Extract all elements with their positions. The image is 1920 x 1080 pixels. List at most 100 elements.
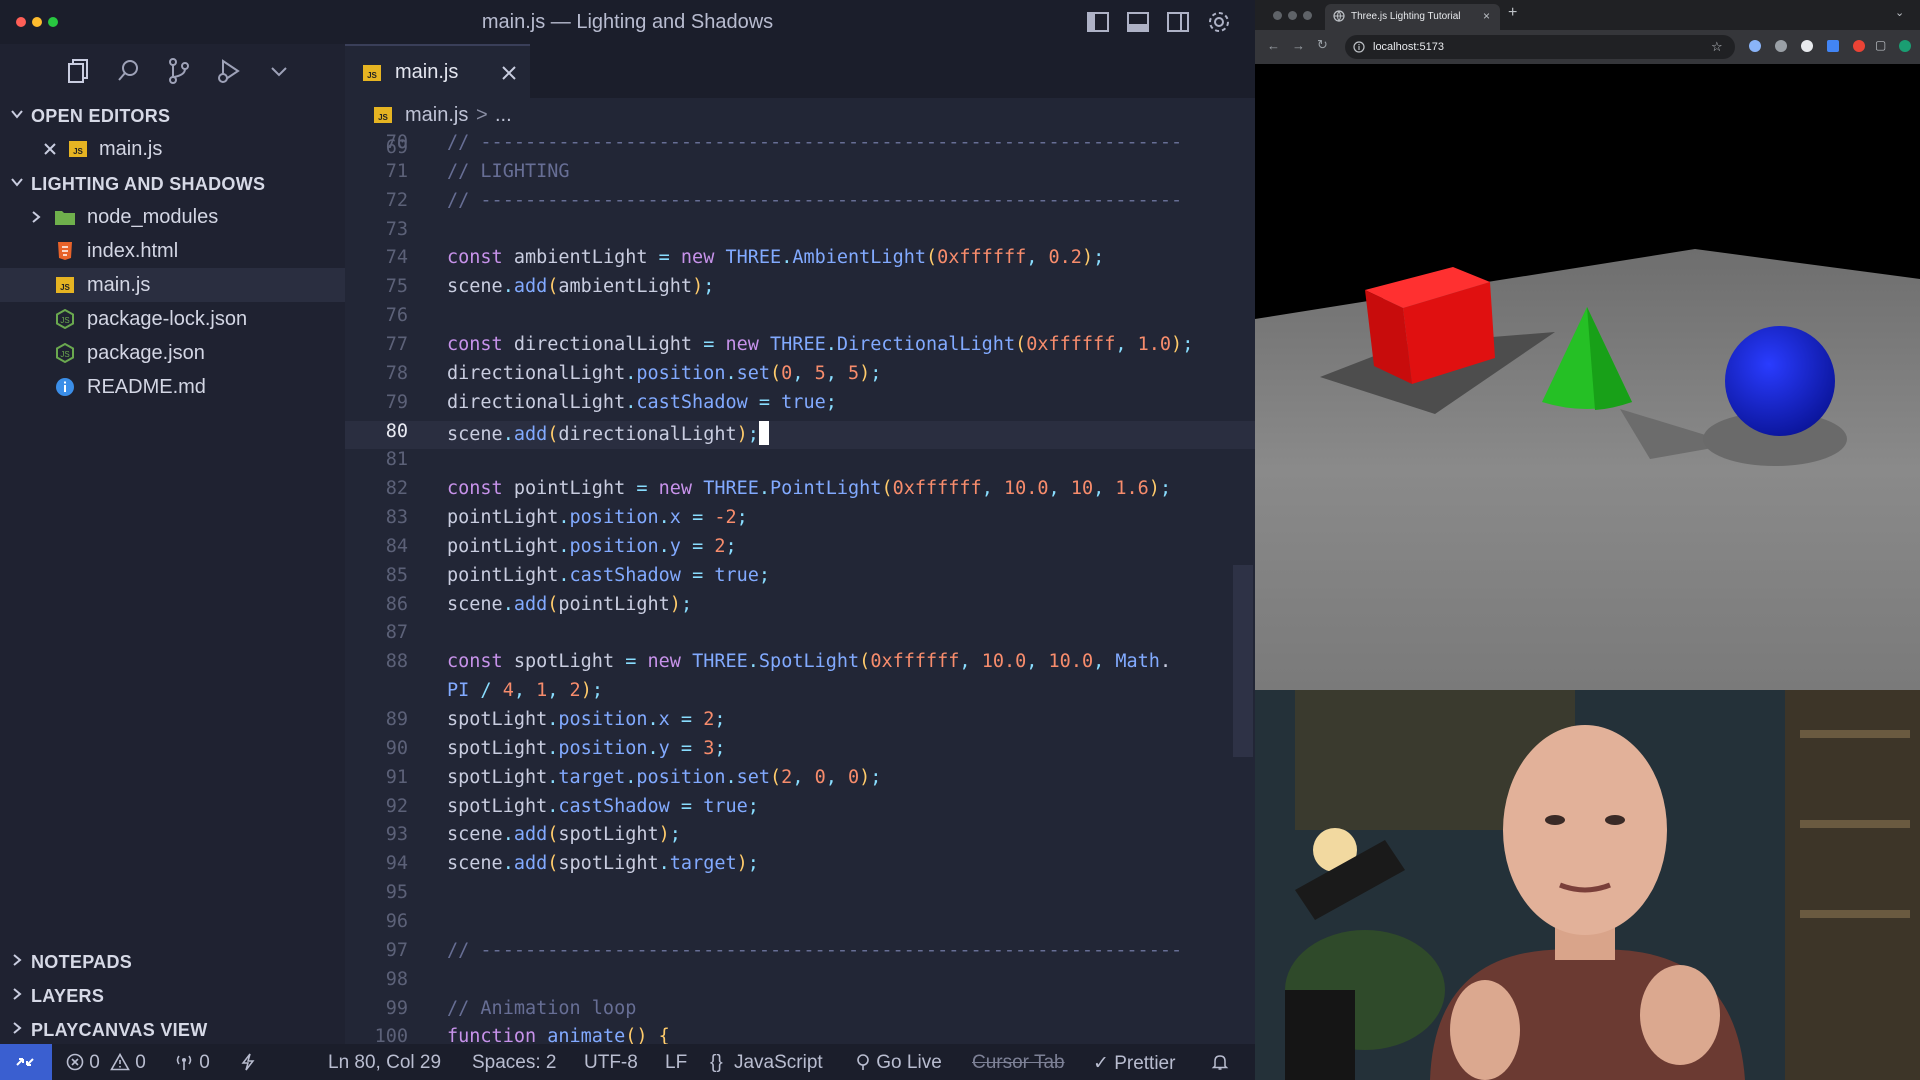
open-editors-header[interactable]: OPEN EDITORS	[0, 98, 345, 132]
bell-icon[interactable]	[1211, 1053, 1229, 1071]
js-file-icon: JS	[362, 63, 382, 83]
tree-item-main-js[interactable]: JS main.js	[0, 268, 345, 302]
search-icon[interactable]	[114, 56, 144, 86]
code-text: scene.add(ambientLight);	[447, 276, 715, 298]
window-title: main.js — Lighting and Shadows	[481, 11, 774, 33]
open-editors-title: OPEN EDITORS	[31, 106, 171, 126]
browser-tab-strip: Three.js Lighting Tutorial × + ⌄	[1255, 0, 1920, 30]
explorer-icon[interactable]	[64, 56, 94, 86]
run-debug-icon[interactable]	[214, 56, 244, 86]
ports-indicator[interactable]: 0	[174, 1052, 210, 1074]
line-number: 97	[385, 939, 408, 961]
js-file-icon: JS	[55, 275, 75, 295]
code-line: 79 directionalLight.castShadow = true;	[345, 392, 1255, 420]
remote-indicator[interactable]	[0, 1044, 52, 1080]
chevron-down-icon	[11, 178, 23, 187]
bookshelf	[1785, 690, 1920, 1080]
indentation[interactable]: Spaces: 2	[472, 1052, 557, 1074]
svg-text:JS: JS	[60, 350, 69, 359]
code-text: spotLight.position.y = 3;	[447, 737, 726, 759]
breadcrumb-separator: >	[476, 104, 488, 126]
language-mode[interactable]: {} JavaScript	[710, 1052, 823, 1074]
encoding[interactable]: UTF-8	[584, 1052, 638, 1074]
source-control-icon[interactable]	[164, 56, 194, 86]
close-icon[interactable]	[501, 65, 517, 81]
gear-icon[interactable]	[1207, 10, 1231, 34]
code-text: pointLight.castShadow = true;	[447, 564, 771, 586]
tree-item-label: node_modules	[87, 206, 219, 228]
tree-item-readme[interactable]: README.md	[0, 370, 345, 404]
project-header[interactable]: LIGHTING AND SHADOWS	[0, 166, 345, 200]
forward-icon[interactable]: →	[1292, 38, 1305, 53]
warning-count: 0	[135, 1052, 146, 1073]
back-icon[interactable]: ←	[1267, 38, 1280, 53]
extensions-puzzle-icon[interactable]: ▢	[1875, 38, 1886, 52]
prettier-indicator[interactable]: ✓ Prettier	[1093, 1052, 1175, 1075]
bookmark-star-icon[interactable]: ☆	[1711, 39, 1723, 55]
breadcrumb-symbol[interactable]: ...	[495, 104, 512, 127]
threejs-canvas[interactable]	[1255, 64, 1920, 690]
info-file-icon	[55, 377, 75, 397]
breadcrumb-file[interactable]: main.js	[405, 104, 468, 127]
toggle-secondary-sidebar-icon[interactable]	[1166, 10, 1190, 34]
tab-search-icon[interactable]: ⌄	[1895, 6, 1904, 19]
playcanvas-view-header[interactable]: PLAYCANVAS VIEW	[0, 1012, 345, 1046]
editor-scrollbar[interactable]	[1233, 565, 1253, 757]
globe-icon	[1333, 10, 1345, 22]
section-title: PLAYCANVAS VIEW	[31, 1020, 208, 1040]
line-number: 93	[385, 824, 408, 846]
toggle-panel-icon[interactable]	[1126, 10, 1150, 34]
code-line: 81	[345, 449, 1255, 477]
layers-header[interactable]: LAYERS	[0, 978, 345, 1012]
code-line: 78 directionalLight.position.set(0, 5, 5)…	[345, 363, 1255, 391]
tab-main-js[interactable]: JS main.js	[345, 44, 530, 98]
lightning-icon[interactable]	[240, 1053, 256, 1071]
extension-icon[interactable]	[1749, 40, 1761, 52]
warnings-indicator[interactable]: 0	[110, 1052, 146, 1074]
close-window-button[interactable]	[1273, 11, 1282, 20]
tree-item-package-json[interactable]: JS package.json	[0, 336, 345, 370]
code-text: function animate() {	[447, 1026, 670, 1044]
new-tab-button[interactable]: +	[1508, 4, 1517, 22]
extension-icon[interactable]	[1801, 40, 1813, 52]
presenter-hand	[1450, 980, 1520, 1080]
profile-avatar[interactable]	[1899, 40, 1911, 52]
svg-text:JS: JS	[60, 283, 70, 292]
close-icon[interactable]: ×	[1483, 9, 1490, 23]
go-live-button[interactable]: Go Live	[855, 1052, 942, 1074]
extension-icon[interactable]	[1775, 40, 1787, 52]
notepads-header[interactable]: NOTEPADS	[0, 944, 345, 978]
editor-tab-bar: JS main.js	[345, 44, 1255, 98]
node-file-icon: JS	[55, 308, 75, 330]
zoom-window-button[interactable]	[1303, 11, 1312, 20]
line-number: 82	[385, 478, 408, 500]
broadcast-icon	[176, 1055, 192, 1070]
chevron-down-icon[interactable]	[264, 56, 294, 86]
microphone-arm	[1285, 990, 1355, 1080]
close-icon[interactable]	[42, 141, 58, 157]
line-number: 88	[385, 651, 408, 673]
code-line: 95	[345, 882, 1255, 910]
toggle-primary-sidebar-icon[interactable]	[1086, 10, 1110, 34]
code-line: 82 const pointLight = new THREE.PointLigh…	[345, 478, 1255, 506]
check-double-icon: ✓	[1093, 1053, 1109, 1074]
line-number: 81	[385, 449, 408, 471]
end-of-line[interactable]: LF	[665, 1052, 687, 1074]
svg-text:JS: JS	[73, 147, 83, 156]
open-editor-item[interactable]: JS main.js	[0, 132, 345, 166]
line-number: 71	[385, 160, 408, 182]
code-editor[interactable]: 69 70// --------------------------------…	[345, 132, 1255, 1044]
cursor-position[interactable]: Ln 80, Col 29	[328, 1052, 441, 1074]
reload-icon[interactable]: ↻	[1317, 37, 1328, 53]
cursor-tab-toggle[interactable]: Cursor Tab	[972, 1052, 1065, 1074]
tree-item-node-modules[interactable]: node_modules	[0, 200, 345, 234]
errors-indicator[interactable]: 0	[66, 1052, 100, 1074]
address-bar[interactable]: localhost:5173 ☆	[1345, 35, 1735, 59]
extension-icon[interactable]	[1827, 40, 1839, 52]
line-number: 73	[385, 218, 408, 240]
browser-tab[interactable]: Three.js Lighting Tutorial ×	[1325, 4, 1500, 30]
extension-icon[interactable]	[1853, 40, 1865, 52]
minimize-window-button[interactable]	[1288, 11, 1297, 20]
tree-item-index-html[interactable]: index.html	[0, 234, 345, 268]
tree-item-package-lock[interactable]: JS package-lock.json	[0, 302, 345, 336]
